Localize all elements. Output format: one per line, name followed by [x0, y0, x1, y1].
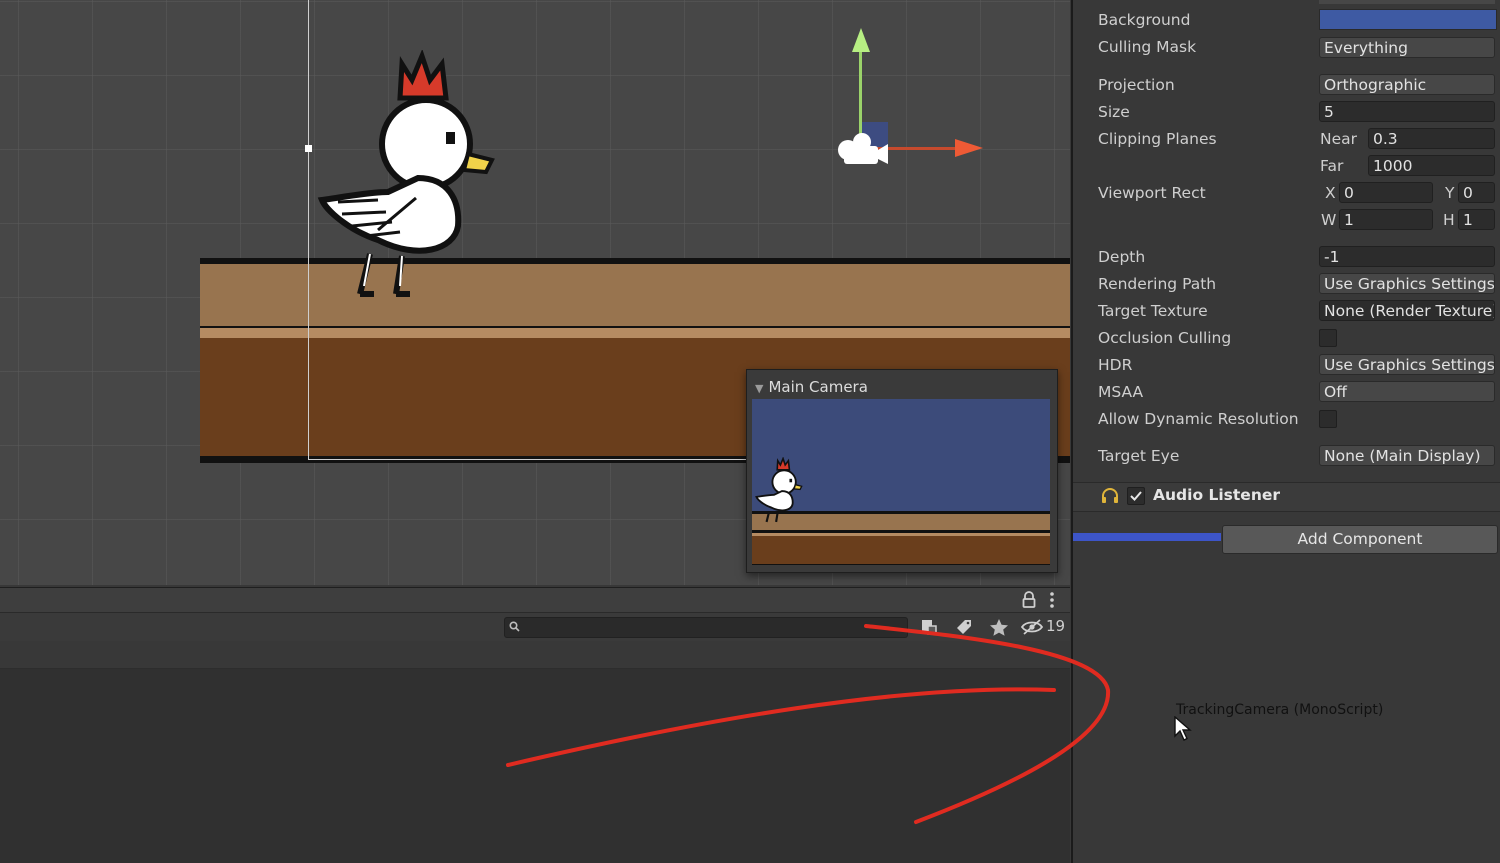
projection-label: Projection [1098, 76, 1175, 94]
viewport-x-label: X [1325, 184, 1336, 202]
target-texture-label: Target Texture [1098, 302, 1208, 320]
rendering-path-dropdown[interactable]: Use Graphics Settings [1319, 273, 1495, 294]
far-label: Far [1320, 157, 1344, 175]
occlusion-culling-checkbox[interactable] [1319, 329, 1337, 347]
viewport-w-label: W [1321, 211, 1337, 229]
background-color-swatch[interactable] [1319, 9, 1497, 30]
gizmo-x-arrow-icon[interactable] [955, 139, 983, 157]
audio-listener-label: Audio Listener [1153, 486, 1281, 504]
hierarchy-search-input[interactable] [504, 617, 908, 638]
ground-stripe [200, 328, 1070, 338]
add-component-button[interactable]: Add Component [1222, 525, 1498, 554]
viewport-y-field[interactable]: 0 [1458, 182, 1495, 203]
viewport-h-label: H [1443, 211, 1455, 229]
size-label: Size [1098, 103, 1130, 121]
far-field[interactable]: 1000 [1368, 155, 1495, 176]
size-field[interactable]: 5 [1319, 101, 1495, 122]
search-icon [509, 621, 520, 632]
lock-icon[interactable] [1022, 591, 1036, 608]
viewport-y-label: Y [1445, 184, 1455, 202]
camera-preview-title: ▼ Main Camera [755, 378, 868, 396]
viewport-h-field[interactable]: 1 [1458, 209, 1495, 230]
viewport-w-field[interactable]: 1 [1339, 209, 1433, 230]
clear-flags-field[interactable] [1319, 0, 1495, 4]
target-texture-field[interactable]: None (Render Texture) [1319, 300, 1495, 321]
culling-mask-label: Culling Mask [1098, 38, 1197, 56]
near-label: Near [1320, 130, 1358, 148]
hierarchy-row[interactable] [0, 641, 1070, 669]
rendering-path-label: Rendering Path [1098, 275, 1217, 293]
audio-listener-checkbox[interactable] [1127, 487, 1145, 505]
eye-slash-icon[interactable] [1018, 617, 1048, 637]
projection-dropdown[interactable]: Orthographic [1319, 74, 1495, 95]
depth-field[interactable]: -1 [1319, 246, 1495, 267]
near-field[interactable]: 0.3 [1368, 128, 1495, 149]
checkmark-icon [1130, 491, 1142, 501]
scene-view[interactable]: ▼ Main Camera [0, 0, 1070, 585]
viewport-x-field[interactable]: 0 [1339, 182, 1433, 203]
hidden-objects-count[interactable]: 19 [1046, 617, 1065, 635]
preview-ground-bottom [752, 536, 1050, 565]
msaa-dropdown[interactable]: Off [1319, 381, 1495, 402]
culling-mask-dropdown[interactable]: Everything [1319, 37, 1495, 58]
depth-label: Depth [1098, 248, 1146, 266]
camera-preview-window: ▼ Main Camera [746, 369, 1058, 573]
hdr-label: HDR [1098, 356, 1133, 374]
occlusion-culling-label: Occlusion Culling [1098, 329, 1232, 347]
camera-preview-render [752, 399, 1050, 565]
msaa-label: MSAA [1098, 383, 1144, 401]
dynamic-resolution-checkbox[interactable] [1319, 410, 1337, 428]
mouse-cursor-icon [1174, 716, 1192, 741]
headphone-icon [1102, 488, 1118, 503]
hierarchy-list[interactable] [0, 669, 1070, 863]
drag-object-label: TrackingCamera (MonoScript) [1176, 702, 1384, 718]
drag-insertion-indicator [1073, 533, 1221, 541]
clipping-planes-label: Clipping Planes [1098, 130, 1217, 148]
hdr-dropdown[interactable]: Use Graphics Settings [1319, 354, 1495, 375]
target-eye-label: Target Eye [1098, 447, 1180, 465]
hierarchy-header [0, 587, 1070, 612]
tag-icon[interactable] [948, 617, 978, 637]
scene-visibility-icon[interactable] [914, 617, 944, 637]
kebab-menu-icon[interactable] [1048, 591, 1056, 609]
target-eye-dropdown[interactable]: None (Main Display) [1319, 445, 1495, 466]
star-icon[interactable] [984, 617, 1014, 637]
camera-frame-bottom [308, 459, 748, 460]
dynamic-resolution-label: Allow Dynamic Resolution [1098, 410, 1299, 428]
camera-preview-title-text: Main Camera [768, 378, 868, 396]
collapse-triangle-icon[interactable]: ▼ [755, 382, 763, 395]
gizmo-y-arrow-icon[interactable] [852, 28, 870, 52]
viewport-rect-label: Viewport Rect [1098, 184, 1206, 202]
preview-chicken-sprite [755, 457, 803, 523]
chicken-sprite[interactable] [308, 50, 498, 298]
camera-gizmo-icon[interactable] [836, 132, 890, 168]
gizmo-y-axis[interactable] [859, 48, 862, 144]
background-label: Background [1098, 11, 1191, 29]
